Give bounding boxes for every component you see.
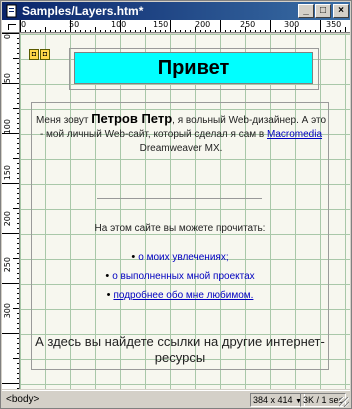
- resize-grip[interactable]: [339, 397, 349, 407]
- list-item: • о выполненных мной проектах: [32, 270, 328, 289]
- ruler-label: 300: [3, 303, 12, 319]
- window-title: Samples/Layers.htm*: [22, 4, 144, 18]
- list-item: • подробнее обо мне любимом.: [32, 289, 328, 308]
- footer-text: А здесь вы найдете ссылки на другие инте…: [35, 334, 325, 365]
- close-button[interactable]: ×: [333, 4, 349, 18]
- minimize-button[interactable]: _: [298, 4, 314, 18]
- ruler-label: 150: [153, 20, 169, 29]
- ruler-label: 50: [69, 20, 80, 29]
- document-window: Samples/Layers.htm* _ □ × 0 50 100 150 2…: [0, 0, 352, 409]
- bullet-icon: •: [105, 270, 110, 282]
- ruler-label: 100: [3, 119, 12, 135]
- document-icon: [6, 4, 17, 18]
- ruler-label: 150: [3, 165, 12, 181]
- ruler-label: 250: [240, 20, 256, 29]
- ruler-label: 100: [111, 20, 127, 29]
- content-layer[interactable]: Меня зовут Петров Петр, я вольный Web-ди…: [31, 102, 329, 370]
- intro-before: Меня зовут: [35, 115, 92, 126]
- intro-end: Dreamweaver MX.: [139, 143, 223, 154]
- vertical-ruler[interactable]: 0 50 100 150 200 250 300: [2, 33, 20, 389]
- bullet-icon: •: [131, 251, 136, 263]
- horizontal-rule: [97, 198, 262, 199]
- ruler-label: 200: [195, 20, 211, 29]
- bullet-icon: •: [106, 289, 111, 301]
- ruler-label: 0: [3, 34, 12, 40]
- ruler-label: 200: [3, 211, 12, 227]
- ruler-label: 50: [3, 73, 12, 84]
- design-canvas[interactable]: ◘ ◘ Привет Меня зовут Петров Петр, я воль…: [20, 34, 350, 389]
- macromedia-link[interactable]: Macromedia: [267, 129, 322, 140]
- tag-selector[interactable]: <body>: [6, 394, 39, 405]
- ruler-label: 350: [326, 20, 342, 29]
- author-name: Петров Петр: [91, 111, 173, 126]
- window-size-selector[interactable]: 384 x 414 ▼: [250, 393, 305, 407]
- ruler-label: 250: [3, 257, 12, 273]
- maximize-button[interactable]: □: [315, 4, 331, 18]
- list-item: • о моих увлечениях;: [32, 251, 328, 270]
- can-read-text: На этом сайте вы можете прочитать:: [94, 223, 266, 234]
- about-me-link[interactable]: подробнее обо мне любимом.: [113, 290, 253, 301]
- layer-marker-icon[interactable]: ◘: [40, 49, 50, 60]
- hobbies-link[interactable]: о моих увлечениях;: [138, 252, 228, 263]
- intro-text: Меня зовут Петров Петр, я вольный Web-ди…: [35, 112, 327, 156]
- title-bar[interactable]: Samples/Layers.htm* _ □ ×: [2, 2, 350, 20]
- links-list: • о моих увлечениях; • о выполненных мной …: [32, 251, 328, 308]
- window-size-value: 384 x 414: [253, 395, 293, 405]
- ruler-label: 300: [284, 20, 300, 29]
- status-bar: <body> 384 x 414 ▼ 3K / 1 sec: [2, 390, 350, 408]
- ruler-origin[interactable]: [2, 20, 20, 33]
- projects-link[interactable]: о выполненных мной проектах: [112, 271, 254, 282]
- layer-markers: ◘ ◘: [29, 43, 51, 61]
- greeting-layer[interactable]: Привет: [74, 52, 313, 84]
- layer-marker-icon[interactable]: ◘: [29, 49, 39, 60]
- horizontal-ruler[interactable]: 0 50 100 150 200 250 300 350: [20, 20, 350, 33]
- ruler-label: 0: [21, 20, 27, 29]
